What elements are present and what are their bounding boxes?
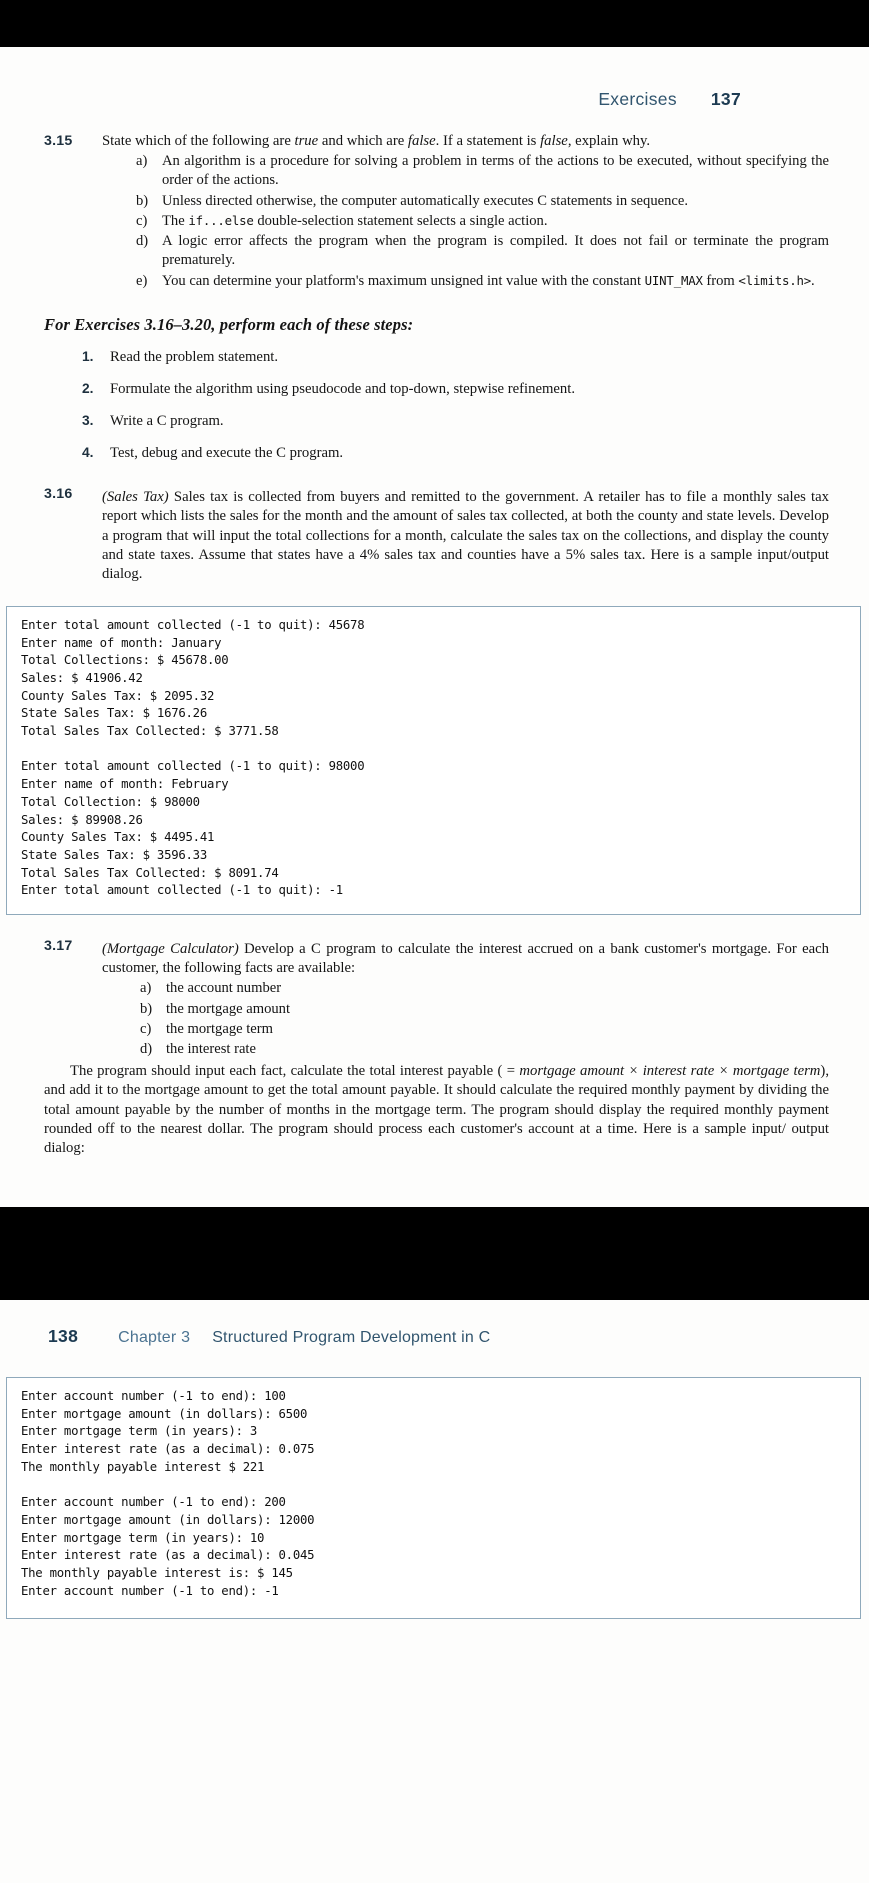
list-item: 1. Read the problem statement. [82, 348, 829, 367]
chapter-label: Chapter 3 [118, 1329, 191, 1346]
list-item: 2. Formulate the algorithm using pseudoc… [82, 380, 829, 399]
list-marker: e) [136, 272, 148, 289]
exercise-3-15-lead: State which of the following are true an… [102, 132, 829, 151]
page-138: 138 Chapter 3 Structured Program Develop… [0, 1300, 869, 1883]
step-text: Read the problem statement. [110, 348, 279, 365]
list-text: Unless directed otherwise, the computer … [162, 192, 689, 209]
list-text: the interest rate [166, 1041, 256, 1058]
step-marker: 1. [82, 348, 94, 364]
document-screenshot: Exercises 137 3.15 State which of the fo… [0, 0, 869, 1883]
list-text: The if...else double-selection statement… [162, 212, 829, 231]
exercise-3-16-body: (Sales Tax) Sales tax is collected from … [102, 488, 829, 584]
list-item: b) the mortgage amount [140, 1000, 829, 1019]
list-text-pre: The [162, 212, 189, 229]
exercise-3-15-list: a) An algorithm is a procedure for solvi… [102, 152, 829, 291]
step-text: Test, debug and execute the C program. [110, 445, 344, 462]
exercise-3-17-number: 3.17 [44, 938, 73, 955]
list-marker: a) [140, 980, 152, 997]
lead-false2: false [540, 133, 568, 149]
list-marker: d) [136, 233, 149, 250]
list-text: An algorithm is a procedure for solving … [162, 153, 829, 189]
step-marker: 3. [82, 413, 94, 429]
list-item: 3. Write a C program. [82, 412, 829, 431]
list-item: c) the mortgage term [140, 1020, 829, 1039]
steps-heading: For Exercises 3.16–3.20, perform each of… [44, 314, 414, 334]
exercise-3-17-paragraph: The program should input each fact, calc… [44, 1062, 829, 1158]
list-item: d) the interest rate [140, 1040, 829, 1059]
page-137: Exercises 137 3.15 State which of the fo… [0, 47, 869, 1207]
lead-mid2: . If a statement is [435, 133, 541, 149]
list-text: A logic error affects the program when t… [162, 233, 829, 269]
running-head-138: 138 Chapter 3 Structured Program Develop… [0, 1300, 869, 1347]
steps-list: 1. Read the problem statement. 2. Formul… [44, 348, 829, 463]
lead-pre: State which of the following are [102, 133, 295, 149]
list-text: the account number [166, 980, 282, 997]
lead-mid: and which are [318, 133, 408, 149]
list-marker: c) [136, 212, 148, 229]
exercise-3-17-list: a) the account number b) the mortgage am… [44, 979, 829, 1059]
list-item: d) A logic error affects the program whe… [136, 232, 829, 271]
exercise-3-17-lead: (Mortgage Calculator) Develop a C progra… [102, 940, 829, 978]
step-marker: 2. [82, 380, 94, 396]
list-item: 4. Test, debug and execute the C program… [82, 444, 829, 463]
para-pre: The program should input each fact, calc… [70, 1063, 520, 1080]
list-text: the mortgage term [166, 1020, 273, 1037]
list-text-pre: You can determine your platform's maximu… [162, 272, 645, 289]
list-text-post: double-selection statement selects a sin… [253, 212, 548, 229]
page-number: 137 [710, 89, 741, 109]
lead-false: false [407, 133, 436, 149]
step-marker: 4. [82, 445, 94, 461]
list-text-post: . [811, 272, 815, 289]
running-head-137: Exercises 137 [0, 47, 869, 110]
top-black-band [0, 0, 869, 47]
step-text: Write a C program. [110, 413, 224, 430]
list-marker: c) [140, 1020, 152, 1037]
list-item: e) You can determine your platform's max… [136, 272, 829, 291]
list-text-mid: from [702, 272, 739, 289]
inline-code: <limits.h> [738, 272, 812, 288]
exercise-3-15-number: 3.15 [44, 133, 73, 149]
exercise-3-16-title: (Sales Tax) [102, 489, 169, 506]
list-marker: b) [136, 192, 149, 209]
list-item: c) The if...else double-selection statem… [136, 212, 829, 231]
list-marker: b) [140, 1000, 153, 1017]
list-item: a) An algorithm is a procedure for solvi… [136, 152, 829, 191]
inline-code: if...else [188, 212, 254, 228]
exercise-3-16-number: 3.16 [44, 486, 73, 503]
list-item: a) the account number [140, 979, 829, 998]
inline-code: UINT_MAX [644, 272, 703, 288]
exercise-3-16: 3.16 (Sales Tax) Sales tax is collected … [44, 485, 829, 584]
exercise-3-17-title: (Mortgage Calculator) [102, 941, 239, 958]
exercise-3-15: 3.15 State which of the following are tr… [44, 132, 829, 291]
step-text: Formulate the algorithm using pseudocode… [110, 380, 576, 397]
sales-tax-console-output: Enter total amount collected (-1 to quit… [6, 605, 861, 916]
lead-end: , explain why. [567, 133, 651, 149]
lead-true: true [294, 133, 319, 149]
middle-black-band [0, 1207, 869, 1300]
list-marker: a) [136, 153, 148, 170]
chapter-title: Structured Program Development in C [212, 1329, 491, 1346]
list-text: You can determine your platform's maximu… [162, 272, 829, 291]
mortgage-console-output: Enter account number (-1 to end): 100 En… [6, 1377, 861, 1620]
running-head-label: Exercises [598, 89, 677, 109]
exercise-3-16-text: Sales tax is collected from buyers and r… [102, 489, 829, 582]
list-item: b) Unless directed otherwise, the comput… [136, 192, 829, 211]
page-137-content: 3.15 State which of the following are tr… [0, 132, 869, 584]
page-137-content-lower: 3.17 (Mortgage Calculator) Develop a C p… [0, 937, 869, 1158]
list-text: the mortgage amount [166, 1000, 291, 1017]
para-emphasis: mortgage amount × interest rate × mortga… [519, 1063, 821, 1080]
page-number: 138 [48, 1326, 79, 1346]
exercise-3-17: 3.17 (Mortgage Calculator) Develop a C p… [44, 937, 829, 978]
list-marker: d) [140, 1041, 153, 1058]
